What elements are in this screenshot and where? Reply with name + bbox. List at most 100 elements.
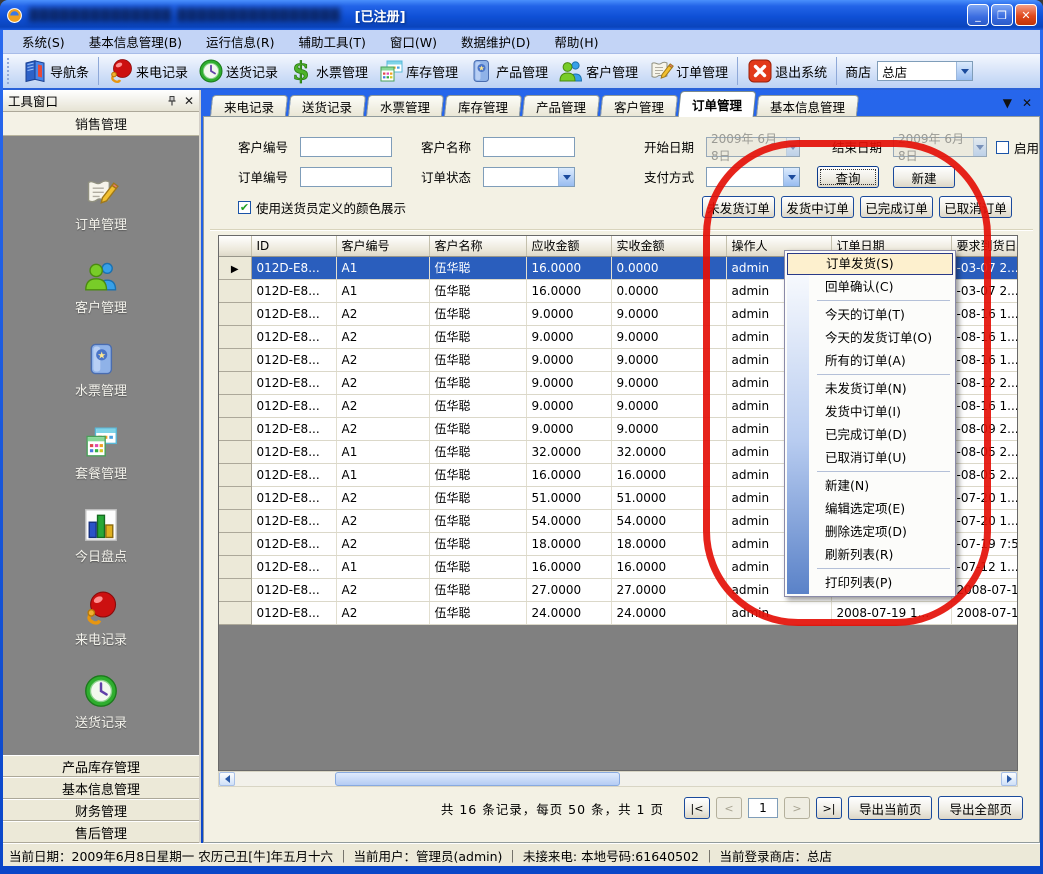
column-header-id[interactable]: ID <box>251 236 336 256</box>
sidebar-group-bar[interactable]: 产品库存管理 <box>3 755 199 777</box>
toolbar-button[interactable]: 送货记录 <box>193 55 283 87</box>
context-menu-item[interactable]: 今天的发货订单(O) <box>787 326 953 349</box>
tool-window-close-icon[interactable]: ✕ <box>184 94 194 108</box>
close-button[interactable]: ✕ <box>1015 4 1037 26</box>
context-menu-item[interactable]: 已完成订单(D) <box>787 423 953 446</box>
row-indicator[interactable] <box>219 394 251 417</box>
customer-name-input[interactable] <box>483 137 575 157</box>
row-indicator[interactable] <box>219 509 251 532</box>
column-header-receivable[interactable]: 应收金额 <box>526 236 611 256</box>
tab[interactable]: 水票管理 <box>366 95 444 117</box>
context-menu-item[interactable]: 订单发货(S) <box>787 253 953 275</box>
tab[interactable]: 来电记录 <box>210 95 288 117</box>
context-menu-item[interactable]: 未发货订单(N) <box>787 377 953 400</box>
toolbar-button[interactable]: 退出系统 <box>742 55 832 87</box>
toolbar-button[interactable] <box>98 57 99 85</box>
export-all-pages-button[interactable]: 导出全部页 <box>938 796 1023 820</box>
shop-select[interactable]: 总店 <box>877 61 973 81</box>
menu-item[interactable]: 运行信息(R) <box>195 30 285 53</box>
context-menu-item[interactable]: 回单确认(C) <box>787 275 953 298</box>
scroll-left-icon[interactable] <box>219 772 235 786</box>
menu-item[interactable]: 基本信息管理(B) <box>78 30 193 53</box>
row-indicator[interactable] <box>219 532 251 555</box>
context-menu-item[interactable]: 所有的订单(A) <box>787 349 953 372</box>
row-indicator[interactable] <box>219 279 251 302</box>
context-menu-item[interactable]: 删除选定项(D) <box>787 520 953 543</box>
row-indicator[interactable] <box>219 348 251 371</box>
toolbar-button[interactable] <box>836 57 837 85</box>
order-status-select[interactable] <box>483 167 575 187</box>
menu-item[interactable]: 系统(S) <box>11 30 76 53</box>
column-header-required-date[interactable]: 要求到货日期 <box>951 236 1018 256</box>
sidebar-group-bar[interactable]: 售后管理 <box>3 821 199 843</box>
table-row[interactable]: 012D-E8... A2 伍华聪 24.0000 24.0000 admin … <box>219 601 1018 624</box>
sidebar-group-bar[interactable]: 基本信息管理 <box>3 777 199 799</box>
maximize-button[interactable]: ❒ <box>991 4 1013 26</box>
next-page-button[interactable]: > <box>784 797 810 819</box>
row-indicator[interactable] <box>219 371 251 394</box>
scroll-right-icon[interactable] <box>1001 772 1017 786</box>
customer-no-input[interactable] <box>300 137 392 157</box>
context-menu-item[interactable]: 已取消订单(U) <box>787 446 953 469</box>
status-filter-button[interactable]: 发货中订单 <box>781 196 854 218</box>
sidebar-item[interactable]: 客户管理 <box>75 258 127 316</box>
export-current-page-button[interactable]: 导出当前页 <box>848 796 933 820</box>
row-indicator[interactable] <box>219 486 251 509</box>
sidebar-item[interactable]: 套餐管理 <box>75 424 127 482</box>
row-indicator[interactable] <box>219 325 251 348</box>
prev-page-button[interactable]: < <box>716 797 742 819</box>
toolbar-button[interactable]: 库存管理 <box>373 55 463 87</box>
title-bar[interactable]: ██████████████ ████████████████ [已注册] _ … <box>0 0 1043 30</box>
sidebar-item[interactable]: 今日盘点 <box>75 507 127 565</box>
column-header-customer-name[interactable]: 客户名称 <box>429 236 526 256</box>
new-button[interactable]: 新建 <box>893 166 955 188</box>
tab[interactable]: 库存管理 <box>444 95 522 117</box>
context-menu-item[interactable]: 发货中订单(I) <box>787 400 953 423</box>
context-menu-item[interactable]: 新建(N) <box>787 474 953 497</box>
menu-item[interactable]: 帮助(H) <box>543 30 609 53</box>
tab-scroll-icon[interactable]: ▼ <box>1003 96 1012 110</box>
toolbar-button[interactable]: ★ 产品管理 <box>463 55 553 87</box>
toolbar-button[interactable]: $ 水票管理 <box>283 55 373 87</box>
first-page-button[interactable]: |< <box>684 797 710 819</box>
minimize-button[interactable]: _ <box>967 4 989 26</box>
toolbar-button[interactable]: 导航条 <box>17 55 94 87</box>
row-indicator[interactable] <box>219 555 251 578</box>
context-menu-item[interactable]: 今天的订单(T) <box>787 303 953 326</box>
row-indicator[interactable] <box>219 440 251 463</box>
menu-item[interactable]: 辅助工具(T) <box>288 30 377 53</box>
enable-checkbox[interactable] <box>996 141 1009 154</box>
sidebar-item[interactable]: 订单管理 <box>75 175 127 233</box>
sidebar-group-sales[interactable]: 销售管理 <box>3 112 199 136</box>
context-menu-item[interactable]: 刷新列表(R) <box>787 543 953 566</box>
pin-icon[interactable] <box>166 95 178 107</box>
horizontal-scrollbar[interactable] <box>218 771 1018 787</box>
menu-item[interactable]: 窗口(W) <box>379 30 448 53</box>
row-indicator[interactable] <box>219 601 251 624</box>
chevron-down-icon[interactable] <box>956 62 972 80</box>
tab[interactable]: 客户管理 <box>600 95 678 117</box>
context-menu-item[interactable]: 编辑选定项(E) <box>787 497 953 520</box>
status-filter-button[interactable]: 已取消订单 <box>939 196 1012 218</box>
scrollbar-track[interactable] <box>235 772 1001 786</box>
chevron-down-icon[interactable] <box>783 168 799 186</box>
scrollbar-thumb[interactable] <box>335 772 620 786</box>
pay-method-select[interactable] <box>706 167 800 187</box>
row-indicator[interactable] <box>219 256 251 279</box>
status-filter-button[interactable]: 未发货订单 <box>702 196 775 218</box>
menu-item[interactable]: 数据维护(D) <box>450 30 541 53</box>
row-indicator[interactable] <box>219 417 251 440</box>
status-filter-button[interactable]: 已完成订单 <box>860 196 933 218</box>
toolbar-button[interactable]: 客户管理 <box>553 55 643 87</box>
sidebar-item[interactable]: ★ 水票管理 <box>75 341 127 399</box>
toolbar-button[interactable]: 来电记录 <box>103 55 193 87</box>
toolbar-button[interactable] <box>737 57 738 85</box>
chevron-down-icon[interactable] <box>558 168 574 186</box>
toolbar-button[interactable]: 订单管理 <box>643 55 733 87</box>
query-button[interactable]: 查询 <box>817 166 879 188</box>
tab[interactable]: 送货记录 <box>288 95 366 117</box>
end-date-picker[interactable]: 2009年 6月 8日 <box>893 137 987 157</box>
context-menu-item[interactable]: 打印列表(P) <box>787 571 953 594</box>
tab[interactable]: 产品管理 <box>522 95 600 117</box>
tab[interactable]: 基本信息管理 <box>756 95 859 117</box>
